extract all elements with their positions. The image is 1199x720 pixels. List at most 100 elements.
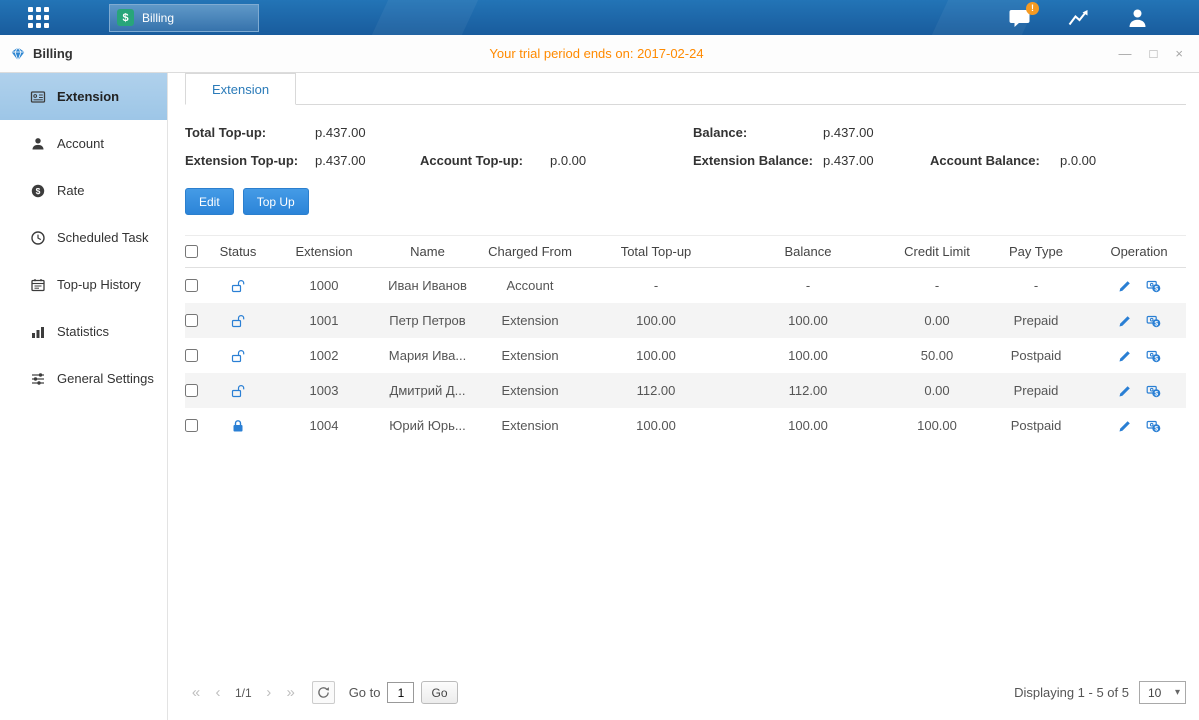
topbar: $ Billing ! bbox=[0, 0, 1199, 35]
cell-credit-limit: - bbox=[894, 278, 980, 293]
cell-name: Юрий Юрь... bbox=[385, 418, 470, 433]
extension-topup-value: p.437.00 bbox=[315, 153, 366, 168]
prev-page-button[interactable]: ‹ bbox=[207, 682, 229, 704]
col-status: Status bbox=[213, 244, 263, 259]
refresh-button[interactable] bbox=[312, 681, 335, 704]
svg-text:$: $ bbox=[36, 186, 41, 196]
top-up-row-icon[interactable]: $ bbox=[1146, 419, 1161, 433]
edit-row-icon[interactable] bbox=[1118, 384, 1132, 398]
top-up-row-icon[interactable]: $ bbox=[1146, 384, 1161, 398]
cell-extension: 1001 bbox=[263, 313, 385, 328]
apps-grid-icon[interactable] bbox=[28, 7, 49, 28]
edit-row-icon[interactable] bbox=[1118, 279, 1132, 293]
extension-balance-label: Extension Balance: bbox=[693, 153, 823, 168]
row-checkbox[interactable] bbox=[185, 314, 198, 327]
bar-chart-icon bbox=[30, 324, 46, 340]
table-row: 1001 Петр Петров Extension 100.00 100.00… bbox=[185, 303, 1186, 338]
total-topup-label: Total Top-up: bbox=[185, 125, 315, 140]
unlocked-icon bbox=[231, 279, 245, 293]
col-operation: Operation bbox=[1092, 244, 1186, 259]
billing-app-tab[interactable]: $ Billing bbox=[109, 4, 259, 32]
cell-pay-type: Prepaid bbox=[980, 313, 1092, 328]
clock-icon bbox=[30, 230, 46, 246]
goto-page-input[interactable] bbox=[387, 682, 414, 703]
cell-balance: 100.00 bbox=[722, 313, 894, 328]
go-button[interactable]: Go bbox=[421, 681, 457, 704]
account-topup-label: Account Top-up: bbox=[420, 153, 550, 168]
col-pay-type: Pay Type bbox=[980, 244, 1092, 259]
balance-field: Balance: p.437.00 bbox=[693, 125, 930, 140]
billing-dollar-icon: $ bbox=[117, 9, 134, 26]
app-body: Extension Account $ Rate bbox=[0, 73, 1199, 720]
last-page-button[interactable]: » bbox=[280, 682, 302, 704]
table-row: 1003 Дмитрий Д... Extension 112.00 112.0… bbox=[185, 373, 1186, 408]
sidebar-item-account[interactable]: Account bbox=[0, 120, 167, 167]
sidebar-item-scheduled-task[interactable]: Scheduled Task bbox=[0, 214, 167, 261]
next-page-button[interactable]: › bbox=[258, 682, 280, 704]
cell-charged-from: Extension bbox=[470, 313, 590, 328]
window-title: Billing bbox=[33, 46, 73, 61]
top-up-row-icon[interactable]: $ bbox=[1146, 349, 1161, 363]
cell-name: Иван Иванов bbox=[385, 278, 470, 293]
col-balance: Balance bbox=[722, 244, 894, 259]
edit-button[interactable]: Edit bbox=[185, 188, 234, 215]
first-page-button[interactable]: « bbox=[185, 682, 207, 704]
row-checkbox[interactable] bbox=[185, 419, 198, 432]
cell-extension: 1000 bbox=[263, 278, 385, 293]
user-account-icon[interactable] bbox=[1126, 8, 1149, 28]
balance-value: p.437.00 bbox=[823, 125, 874, 140]
sidebar-item-general-settings[interactable]: General Settings bbox=[0, 355, 167, 402]
account-topup-value: p.0.00 bbox=[550, 153, 586, 168]
top-up-row-icon[interactable]: $ bbox=[1146, 314, 1161, 328]
cell-credit-limit: 0.00 bbox=[894, 383, 980, 398]
page-size-value: 10 bbox=[1148, 686, 1161, 700]
extension-topup-field: Extension Top-up: p.437.00 bbox=[185, 153, 420, 168]
chevron-down-icon: ▾ bbox=[1175, 687, 1180, 698]
sidebar-item-label: Scheduled Task bbox=[57, 230, 149, 245]
close-button[interactable]: × bbox=[1175, 47, 1183, 60]
sidebar-item-rate[interactable]: $ Rate bbox=[0, 167, 167, 214]
window-controls: — □ × bbox=[963, 47, 1183, 60]
svg-text:$: $ bbox=[1154, 355, 1158, 362]
sidebar-item-topup-history[interactable]: Top-up History bbox=[0, 261, 167, 308]
edit-row-icon[interactable] bbox=[1118, 349, 1132, 363]
select-all-checkbox[interactable] bbox=[185, 245, 198, 258]
minimize-button[interactable]: — bbox=[1119, 47, 1132, 60]
maximize-button[interactable]: □ bbox=[1150, 47, 1158, 60]
cell-credit-limit: 0.00 bbox=[894, 313, 980, 328]
row-checkbox[interactable] bbox=[185, 384, 198, 397]
sidebar-item-label: Statistics bbox=[57, 324, 109, 339]
svg-text:$: $ bbox=[1154, 320, 1158, 327]
sidebar-item-extension[interactable]: Extension bbox=[0, 73, 167, 120]
cell-extension: 1004 bbox=[263, 418, 385, 433]
extensions-table: Status Extension Name Charged From Total… bbox=[185, 235, 1186, 443]
cell-charged-from: Extension bbox=[470, 383, 590, 398]
top-up-row-icon[interactable]: $ bbox=[1146, 279, 1161, 293]
sliders-icon bbox=[30, 371, 46, 387]
edit-row-icon[interactable] bbox=[1118, 419, 1132, 433]
sidebar-item-statistics[interactable]: Statistics bbox=[0, 308, 167, 355]
window-title-group: Billing bbox=[10, 46, 230, 62]
account-balance-label: Account Balance: bbox=[930, 153, 1060, 168]
window-titlebar: Billing Your trial period ends on: 2017-… bbox=[0, 35, 1199, 73]
cell-total-topup: 112.00 bbox=[590, 383, 722, 398]
table-row: 1000 Иван Иванов Account - - - - bbox=[185, 268, 1186, 303]
tab-extension[interactable]: Extension bbox=[185, 73, 296, 105]
edit-row-icon[interactable] bbox=[1118, 314, 1132, 328]
top-up-button[interactable]: Top Up bbox=[243, 188, 309, 215]
sidebar: Extension Account $ Rate bbox=[0, 73, 168, 720]
cell-extension: 1002 bbox=[263, 348, 385, 363]
reports-chart-icon[interactable] bbox=[1067, 8, 1090, 28]
total-topup-field: Total Top-up: p.437.00 bbox=[185, 125, 420, 140]
messages-icon[interactable]: ! bbox=[1008, 8, 1031, 28]
cell-credit-limit: 50.00 bbox=[894, 348, 980, 363]
cell-credit-limit: 100.00 bbox=[894, 418, 980, 433]
table-header: Status Extension Name Charged From Total… bbox=[185, 235, 1186, 268]
row-checkbox[interactable] bbox=[185, 279, 198, 292]
cell-name: Дмитрий Д... bbox=[385, 383, 470, 398]
cell-pay-type: Postpaid bbox=[980, 348, 1092, 363]
row-checkbox[interactable] bbox=[185, 349, 198, 362]
cell-pay-type: Postpaid bbox=[980, 418, 1092, 433]
total-topup-value: p.437.00 bbox=[315, 125, 366, 140]
page-size-select[interactable]: 10 ▾ bbox=[1139, 681, 1186, 704]
